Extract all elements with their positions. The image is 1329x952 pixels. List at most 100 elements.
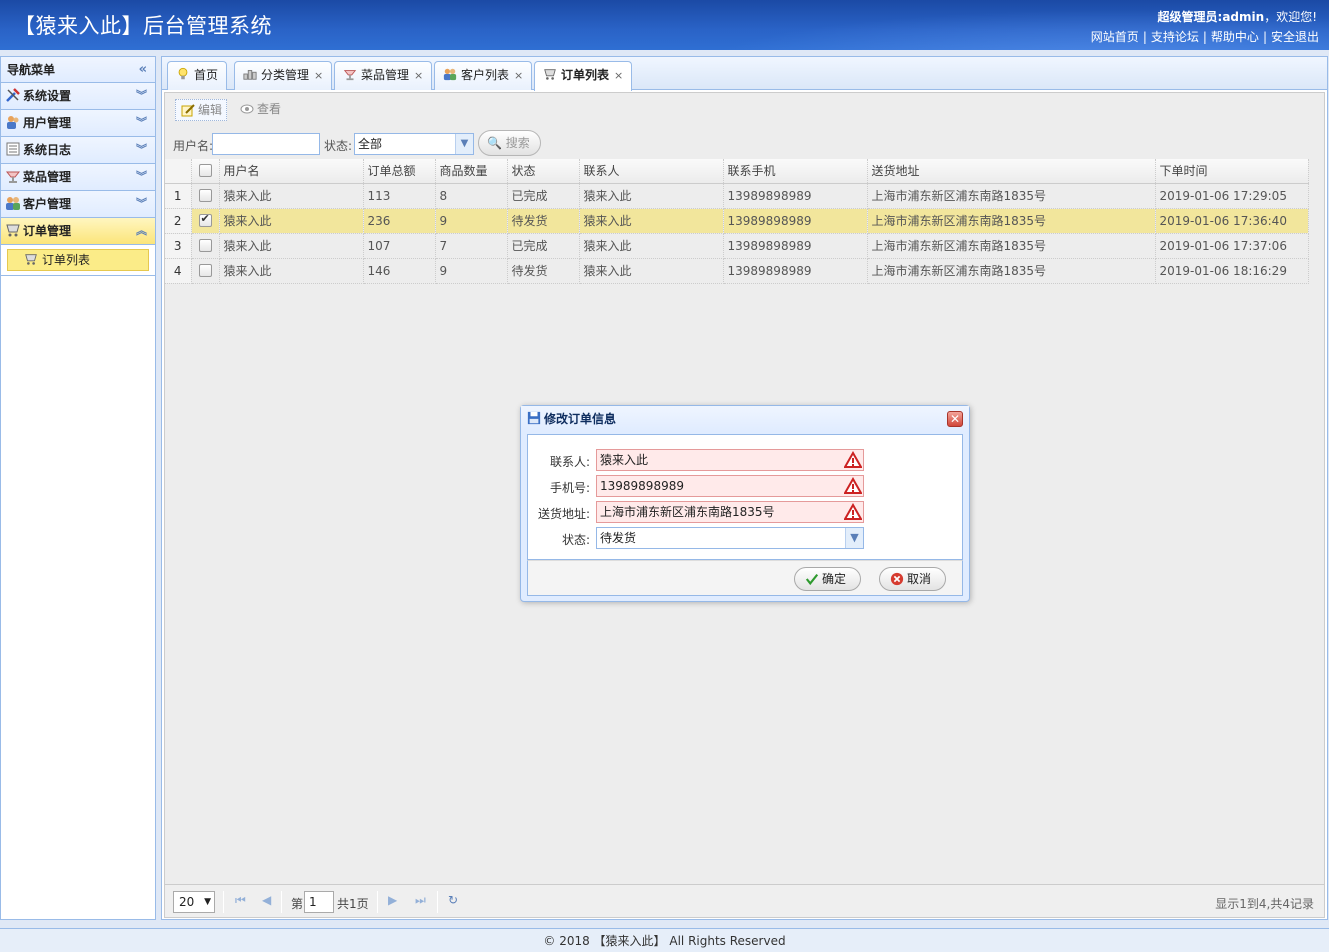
- cell-address: 上海市浦东新区浦东南路1835号: [867, 183, 1156, 209]
- table-row-selected[interactable]: 2 猿来入此 236 9 待发货 猿来入此 13989898989 上海市浦东新…: [165, 208, 1309, 234]
- link-logout[interactable]: 安全退出: [1271, 30, 1319, 44]
- cell-address: 上海市浦东新区浦东南路1835号: [867, 208, 1156, 234]
- col-status[interactable]: 状态: [507, 159, 580, 184]
- tab-customers[interactable]: 客户列表 ×: [434, 61, 533, 90]
- status-select[interactable]: 全部 ▼: [354, 133, 474, 155]
- tab-home[interactable]: 首页: [167, 61, 228, 90]
- prev-page-icon[interactable]: ◀: [262, 893, 271, 907]
- search-button[interactable]: 🔍 搜索: [478, 130, 541, 156]
- row-checkbox-checked[interactable]: [198, 212, 212, 227]
- username-label: 用户名:: [173, 139, 214, 153]
- row-check-cell: [191, 258, 220, 284]
- confirm-button[interactable]: 确定: [794, 567, 862, 591]
- nav-group-orders[interactable]: 订单管理 ︽: [1, 218, 155, 245]
- cell-phone: 13989898989: [723, 208, 868, 234]
- col-username[interactable]: 用户名: [219, 159, 364, 184]
- contact-label: 联系人:: [549, 455, 590, 469]
- nav-group-label: 客户管理: [23, 197, 72, 211]
- expand-chevron-icon: ︾: [136, 116, 147, 129]
- collapse-sidebar-icon[interactable]: «: [139, 57, 147, 83]
- eye-icon: [240, 104, 254, 114]
- expand-chevron-icon: ︾: [136, 170, 147, 183]
- last-page-icon[interactable]: ⏭: [415, 893, 426, 908]
- edit-button[interactable]: 编辑: [175, 99, 228, 121]
- nav-group-label: 订单管理: [23, 224, 72, 238]
- expand-chevron-icon: ︾: [136, 89, 147, 102]
- tab-dishes[interactable]: 菜品管理 ×: [334, 61, 433, 90]
- nav-group-system[interactable]: 系统设置 ︾: [1, 83, 155, 110]
- tab-label: 菜品管理: [361, 68, 410, 82]
- nav-group-dishes[interactable]: 菜品管理 ︾: [1, 164, 155, 191]
- row-checkbox[interactable]: [198, 188, 212, 202]
- tab-close-icon[interactable]: ×: [314, 69, 323, 82]
- col-time[interactable]: 下单时间: [1155, 159, 1309, 184]
- tab-close-icon[interactable]: ×: [414, 69, 423, 82]
- table-row[interactable]: 3 猿来入此 107 7 已完成 猿来入此 13989898989 上海市浦东新…: [165, 233, 1309, 259]
- cell-quantity: 9: [435, 258, 508, 284]
- address-input[interactable]: 上海市浦东新区浦东南路1835号: [596, 501, 864, 523]
- refresh-icon[interactable]: ↻: [448, 893, 458, 907]
- order-grid: 用户名 订单总额 商品数量 状态 联系人 联系手机 送货地址 下单时间 1 猿来…: [165, 159, 1309, 284]
- form-row-status: 状态: 待发货 ▼: [528, 527, 962, 551]
- cancel-button[interactable]: 取消: [879, 567, 947, 591]
- nav-item-order-list[interactable]: 订单列表: [7, 249, 149, 271]
- table-row[interactable]: 4 猿来入此 146 9 待发货 猿来入此 13989898989 上海市浦东新…: [165, 258, 1309, 284]
- chevron-down-icon: ▼: [845, 528, 863, 548]
- col-total[interactable]: 订单总额: [363, 159, 436, 184]
- cancel-label: 取消: [907, 572, 932, 586]
- search-label: 搜索: [505, 136, 530, 150]
- phone-value: 13989898989: [600, 479, 684, 493]
- page-size-select[interactable]: 20 ▼: [173, 891, 215, 913]
- cell-status: 已完成: [507, 183, 580, 209]
- view-button[interactable]: 查看: [235, 99, 285, 121]
- select-all-checkbox[interactable]: [198, 163, 212, 177]
- col-quantity[interactable]: 商品数量: [435, 159, 508, 184]
- dialog-close-button[interactable]: ✕: [947, 411, 963, 427]
- next-page-icon[interactable]: ▶: [388, 893, 397, 907]
- tab-category[interactable]: 分类管理 ×: [234, 61, 333, 90]
- cell-time: 2019-01-06 17:36:40: [1155, 208, 1309, 234]
- row-checkbox[interactable]: [198, 238, 212, 252]
- customer-icon: [443, 68, 457, 81]
- category-icon: [243, 70, 257, 80]
- cell-phone: 13989898989: [723, 183, 868, 209]
- contact-input[interactable]: 猿来入此: [596, 449, 864, 471]
- nav-group-users[interactable]: 用户管理 ︾: [1, 110, 155, 137]
- dialog-status-select[interactable]: 待发货 ▼: [596, 527, 864, 549]
- edit-label: 编辑: [198, 103, 223, 117]
- collapse-chevron-icon: ︽: [136, 224, 147, 237]
- link-help[interactable]: 帮助中心: [1211, 30, 1259, 44]
- edit-order-dialog: 修改订单信息 ✕ 联系人: 猿来入此 手机号: 13989898989 送货地址…: [520, 405, 970, 602]
- table-row[interactable]: 1 猿来入此 113 8 已完成 猿来入此 13989898989 上海市浦东新…: [165, 183, 1309, 209]
- tools-icon: [6, 88, 20, 102]
- phone-input[interactable]: 13989898989: [596, 475, 864, 497]
- page-prefix: 第: [291, 897, 304, 911]
- col-phone[interactable]: 联系手机: [723, 159, 868, 184]
- col-contact[interactable]: 联系人: [579, 159, 724, 184]
- link-home[interactable]: 网站首页: [1091, 30, 1139, 44]
- cell-username: 猿来入此: [219, 183, 364, 209]
- cell-phone: 13989898989: [723, 258, 868, 284]
- tab-close-icon[interactable]: ×: [614, 69, 623, 82]
- dialog-status-label: 状态:: [561, 533, 590, 547]
- welcome-text: 超级管理员:admin，欢迎您!: [1158, 8, 1317, 25]
- link-forum[interactable]: 支持论坛: [1151, 30, 1199, 44]
- dialog-header: 修改订单信息 ✕: [521, 406, 969, 432]
- tab-close-icon[interactable]: ×: [514, 69, 523, 82]
- grid-header: 用户名 订单总额 商品数量 状态 联系人 联系手机 送货地址 下单时间: [165, 159, 1309, 184]
- nav-group-customers[interactable]: 客户管理 ︾: [1, 191, 155, 218]
- nav-group-label: 用户管理: [23, 116, 72, 130]
- nav-group-logs[interactable]: 系统日志 ︾: [1, 137, 155, 164]
- tab-orders[interactable]: 订单列表 ×: [534, 61, 633, 91]
- username-input[interactable]: [212, 133, 320, 155]
- tab-label: 首页: [194, 68, 219, 82]
- row-checkbox[interactable]: [198, 263, 212, 277]
- cell-address: 上海市浦东新区浦东南路1835号: [867, 233, 1156, 259]
- first-page-icon[interactable]: ⏮: [235, 893, 246, 908]
- warning-icon: [844, 451, 862, 468]
- cell-status: 待发货: [507, 208, 580, 234]
- page-number-input[interactable]: 1: [304, 891, 334, 913]
- expand-chevron-icon: ︾: [136, 197, 147, 210]
- col-address[interactable]: 送货地址: [867, 159, 1156, 184]
- cell-contact: 猿来入此: [579, 208, 724, 234]
